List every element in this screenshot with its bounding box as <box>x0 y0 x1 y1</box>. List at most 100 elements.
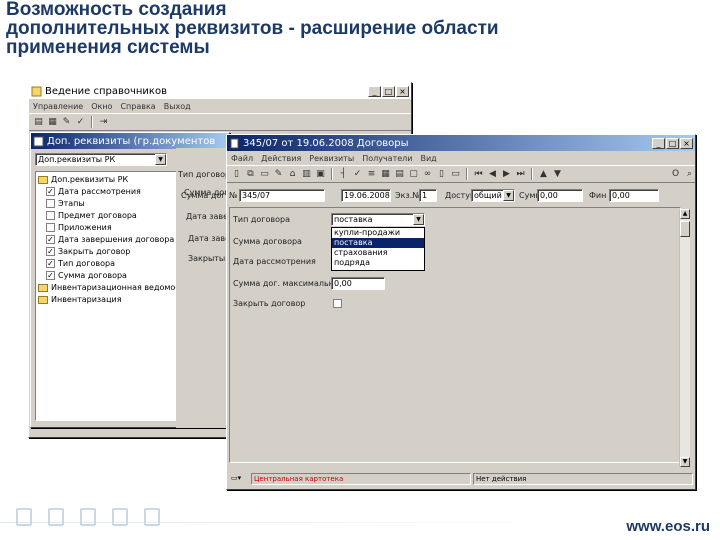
amount-field[interactable]: 0,00 <box>537 189 583 202</box>
vertical-scrollbar[interactable]: ▲ ▼ <box>679 209 690 467</box>
close-contract-checkbox[interactable] <box>333 299 342 308</box>
first-icon[interactable]: ⏮ <box>473 169 484 180</box>
menu-item-exit[interactable]: Выход <box>164 102 191 111</box>
currency-field[interactable]: 0,00 <box>609 189 659 202</box>
list-icon[interactable]: ≡ <box>366 169 377 180</box>
dropdown-option[interactable]: подряда <box>332 258 424 268</box>
rk-number-field[interactable]: 345/07 <box>239 189 325 202</box>
dropdown-option[interactable]: страхования <box>332 248 424 258</box>
open-icon[interactable]: ▭ <box>259 169 270 180</box>
maximize-button[interactable]: □ <box>382 85 395 97</box>
menu-item-help[interactable]: Справка <box>120 102 155 111</box>
tree-icon[interactable]: ┤ <box>338 169 349 180</box>
edit-icon[interactable]: ✎ <box>273 169 284 180</box>
max-sum-field[interactable]: 0,00 <box>331 277 385 290</box>
attributes-titlebar[interactable]: Доп. реквизиты (гр.документов <box>31 133 229 149</box>
tree-item[interactable]: Доп.реквизиты РК <box>38 174 128 185</box>
references-titlebar[interactable]: Ведение справочников _ □ × <box>29 83 411 99</box>
window-icon[interactable]: ▢ <box>408 169 419 180</box>
card-icon[interactable]: ▭ <box>450 169 461 180</box>
scroll-up-button[interactable]: ▲ <box>680 209 690 219</box>
tree-checkbox[interactable]: ✓ <box>46 247 55 256</box>
tree-checkbox[interactable]: ✓ <box>46 187 55 196</box>
attributes-title: Доп. реквизиты (гр.документов <box>47 135 216 147</box>
registration-date-field[interactable]: 19.06.2008 <box>341 189 391 202</box>
edit-icon[interactable]: ✎ <box>61 117 72 128</box>
doc-icon[interactable]: ▯ <box>436 169 447 180</box>
menu-item-requisites[interactable]: Реквизиты <box>309 154 354 163</box>
grid-icon[interactable]: ▤ <box>394 169 405 180</box>
check-icon[interactable]: ✓ <box>75 117 86 128</box>
tree-checkbox[interactable]: ✓ <box>46 235 55 244</box>
last-icon[interactable]: ⏭ <box>515 169 526 180</box>
exit-icon[interactable]: ⇥ <box>98 117 109 128</box>
document-titlebar[interactable]: 345/07 от 19.06.2008 Договоры _ □ × <box>227 135 695 151</box>
attach-icon[interactable]: ⌂ <box>287 169 298 180</box>
dropdown-option[interactable]: купли-продажи <box>332 228 424 238</box>
prev-icon[interactable]: ◀ <box>487 169 498 180</box>
slide-title: Возможность создания дополнительных рекв… <box>6 0 706 57</box>
print-icon[interactable]: ▥ <box>301 169 312 180</box>
tree-item-label: Дата рассмотрения <box>58 187 141 196</box>
statusbar-icon[interactable]: ▭▾ <box>229 473 249 485</box>
chart-icon[interactable]: ▦ <box>47 117 58 128</box>
save-icon[interactable]: ▣ <box>315 169 326 180</box>
tree-item[interactable]: ✓ Сумма договора <box>46 270 127 281</box>
dropdown-option-selected[interactable]: поставка <box>332 238 424 248</box>
notes-icon <box>144 508 160 526</box>
scroll-thumb[interactable] <box>680 221 690 237</box>
menu-item-manage[interactable]: Управление <box>33 102 83 111</box>
references-title: Ведение справочников <box>45 85 167 97</box>
attr-label-closed: Закрытый <box>188 254 231 263</box>
new-doc-icon[interactable]: ▯ <box>231 169 242 180</box>
menu-item-actions[interactable]: Действия <box>261 154 301 163</box>
tree-checkbox[interactable] <box>46 199 55 208</box>
tree-item[interactable]: ✓ Дата рассмотрения <box>46 186 141 197</box>
chevron-down-icon[interactable]: ▼ <box>503 190 514 201</box>
menu-item-view[interactable]: Вид <box>420 154 436 163</box>
copy-icon[interactable]: ⧉ <box>245 169 256 180</box>
minimize-button[interactable]: _ <box>368 85 381 97</box>
app-icon <box>33 136 44 146</box>
access-select[interactable]: общий ▼ <box>471 189 515 202</box>
max-sum-label: Сумма дог. максимальная <box>233 279 344 288</box>
tree-item[interactable]: Инвентаризация <box>38 294 122 305</box>
scroll-down-button[interactable]: ▼ <box>680 457 690 467</box>
tree-item[interactable]: ✓ Закрыть договор <box>46 246 130 257</box>
tree-item[interactable]: ✓ Дата завершения договора <box>46 234 174 245</box>
search-icon[interactable]: ⌕ <box>684 169 695 180</box>
tree-checkbox[interactable]: ✓ <box>46 259 55 268</box>
folder-icon[interactable]: ▤ <box>33 117 44 128</box>
down-icon[interactable]: ▼ <box>552 169 563 180</box>
chevron-down-icon[interactable]: ▼ <box>155 154 166 165</box>
attribute-group-select[interactable]: Доп.реквизиты РК ▼ <box>35 153 167 166</box>
tree-checkbox[interactable]: ✓ <box>46 271 55 280</box>
menu-item-recipients[interactable]: Получатели <box>362 154 412 163</box>
copies-field[interactable]: 1 <box>419 189 437 202</box>
tree-checkbox[interactable] <box>46 223 55 232</box>
up-icon[interactable]: ▲ <box>538 169 549 180</box>
check-icon[interactable]: ✓ <box>352 169 363 180</box>
table-icon[interactable]: ▦ <box>380 169 391 180</box>
menu-item-window[interactable]: Окно <box>91 102 112 111</box>
refresh-icon[interactable]: O <box>670 169 681 180</box>
chevron-down-icon[interactable]: ▼ <box>413 214 424 225</box>
menu-item-file[interactable]: Файл <box>231 154 253 163</box>
tree-item[interactable]: ✓ Тип договора <box>46 258 115 269</box>
contract-type-select[interactable]: поставка ▼ <box>331 213 425 226</box>
close-button[interactable]: × <box>680 137 693 149</box>
tree-item[interactable]: Предмет договора <box>46 210 137 221</box>
rk-number-label: № <box>229 191 238 200</box>
tree-item-label: Этапы <box>58 199 85 208</box>
tree-checkbox[interactable] <box>46 211 55 220</box>
next-icon[interactable]: ▶ <box>501 169 512 180</box>
tree-item[interactable]: Этапы <box>46 198 85 209</box>
link-icon[interactable]: ∞ <box>422 169 433 180</box>
slide-title-line-2: дополнительных реквизитов - расширение о… <box>6 18 499 39</box>
close-button[interactable]: × <box>396 85 409 97</box>
maximize-button[interactable]: □ <box>666 137 679 149</box>
currency-label: Фин <box>589 191 607 200</box>
tree-item[interactable]: Инвентаризационная ведомость <box>38 282 189 293</box>
tree-item[interactable]: Приложения <box>46 222 112 233</box>
minimize-button[interactable]: _ <box>652 137 665 149</box>
